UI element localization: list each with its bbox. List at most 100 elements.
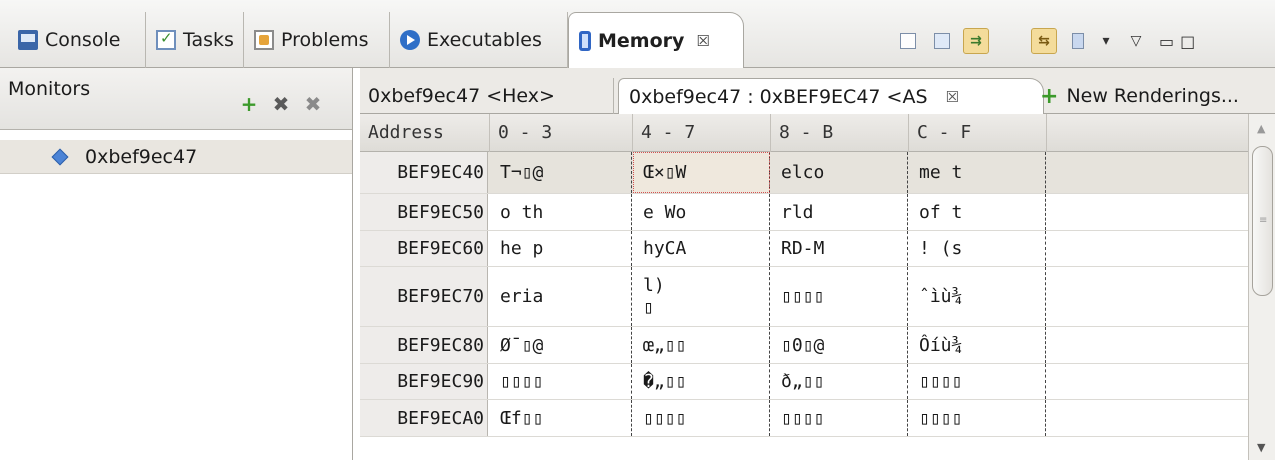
memory-icon bbox=[579, 30, 591, 51]
memory-cell[interactable]: rld bbox=[771, 194, 908, 230]
layout-icon[interactable] bbox=[1065, 28, 1091, 54]
tasks-icon bbox=[156, 29, 176, 50]
memory-table[interactable]: Address 0 - 3 4 - 7 8 - B C - F BEF9EC40… bbox=[360, 114, 1248, 460]
tab-hex-rendering[interactable]: 0xbef9ec47 <Hex> bbox=[360, 78, 614, 114]
layout-dropdown-icon[interactable]: ▾ bbox=[1099, 28, 1113, 54]
memory-cell[interactable]: ▯▯▯▯ bbox=[909, 364, 1046, 399]
scroll-down-icon[interactable]: ▼ bbox=[1257, 441, 1265, 454]
header-col-1[interactable]: 4 - 7 bbox=[633, 114, 771, 152]
close-tab-icon[interactable]: ☒ bbox=[696, 32, 709, 50]
row-filler bbox=[1047, 231, 1248, 266]
tab-problems-label: Problems bbox=[281, 29, 369, 51]
tab-console-label: Console bbox=[45, 29, 121, 51]
remove-all-monitors-icon[interactable]: ✖ bbox=[300, 92, 326, 118]
new-monitor-icon[interactable] bbox=[895, 28, 921, 54]
view-tab-bar: Console Tasks Problems Executables Memor… bbox=[0, 0, 1275, 95]
remove-monitor-icon[interactable]: ✖ bbox=[268, 92, 294, 118]
memory-cell[interactable]: ▯▯▯▯ bbox=[490, 364, 632, 399]
address-cell: BEF9EC60 bbox=[360, 231, 488, 266]
memory-cell[interactable]: Œf▯▯ bbox=[490, 400, 632, 436]
table-row[interactable]: BEF9EC50 o th e Wo rld of t bbox=[360, 194, 1248, 231]
rendering-tab-bar: 0xbef9ec47 <Hex> 0xbef9ec47 : 0xBEF9EC47… bbox=[360, 68, 1275, 114]
vertical-scrollbar[interactable]: ▲ ≡ ▼ bbox=[1248, 114, 1275, 460]
swap-icon[interactable]: ⇆ bbox=[1031, 28, 1057, 54]
memory-cell[interactable]: T¬▯@ bbox=[490, 152, 632, 193]
export-icon[interactable] bbox=[929, 28, 955, 54]
monitor-item[interactable]: 0xbef9ec47 bbox=[0, 140, 352, 174]
memory-cell[interactable]: he p bbox=[490, 231, 632, 266]
memory-cell[interactable]: of t bbox=[909, 194, 1046, 230]
memory-cell[interactable]: hyCA bbox=[633, 231, 770, 266]
executables-icon bbox=[400, 30, 420, 50]
address-cell: BEF9EC50 bbox=[360, 194, 488, 230]
tab-memory[interactable]: Memory ☒ bbox=[568, 12, 744, 68]
tab-ascii-rendering-label: 0xbef9ec47 : 0xBEF9EC47 <AS bbox=[629, 85, 928, 108]
table-row[interactable]: BEF9EC60 he p hyCA RD-M! (s bbox=[360, 231, 1248, 267]
tab-tasks[interactable]: Tasks bbox=[146, 12, 244, 68]
memory-cell[interactable]: Œ×▯W bbox=[633, 152, 770, 193]
memory-cell[interactable]: ð„▯▯ bbox=[771, 364, 908, 399]
row-filler bbox=[1047, 400, 1248, 436]
plus-icon: + bbox=[1040, 83, 1059, 109]
monitor-item-label: 0xbef9ec47 bbox=[85, 145, 198, 168]
memory-cell[interactable]: ▯▯▯▯ bbox=[771, 267, 908, 326]
problems-icon bbox=[254, 30, 274, 50]
address-cell: BEF9EC90 bbox=[360, 364, 488, 399]
add-monitor-icon[interactable]: + bbox=[236, 92, 262, 118]
new-renderings-button[interactable]: + New Renderings... bbox=[1040, 78, 1239, 114]
tab-executables-label: Executables bbox=[427, 29, 542, 51]
header-col-0[interactable]: 0 - 3 bbox=[490, 114, 633, 152]
memory-cell[interactable]: ▯▯▯▯ bbox=[909, 400, 1046, 436]
table-row[interactable]: BEF9EC40 T¬▯@ Œ×▯W elco me t bbox=[360, 152, 1248, 194]
memory-cell[interactable]: ˆìù¾ bbox=[909, 267, 1046, 326]
memory-cell[interactable]: eria bbox=[490, 267, 632, 326]
memory-cell[interactable]: elco bbox=[771, 152, 908, 193]
address-cell: BEF9EC40 bbox=[360, 152, 488, 193]
tab-hex-rendering-label: 0xbef9ec47 <Hex> bbox=[368, 85, 555, 107]
minimize-icon[interactable]: ▭ bbox=[1159, 32, 1174, 51]
address-cell: BEF9EC70 bbox=[360, 267, 488, 326]
scroll-up-icon[interactable]: ▲ bbox=[1257, 122, 1265, 135]
table-row[interactable]: BEF9EC90 ▯▯▯▯ �„▯▯ ð„▯▯ ▯▯▯▯ bbox=[360, 364, 1248, 400]
memory-cell[interactable]: ! (s bbox=[909, 231, 1046, 266]
memory-cell[interactable]: �„▯▯ bbox=[633, 364, 770, 399]
monitors-panel: Monitors + ✖ ✖ 0xbef9ec47 bbox=[0, 68, 353, 460]
table-row[interactable]: BEF9EC80 Ø¯▯@ œ„▯▯ ▯0▯@ Ôíù¾ bbox=[360, 327, 1248, 364]
table-row[interactable]: BEF9EC70 eria l) ▯ ▯▯▯▯ ˆìù¾ bbox=[360, 267, 1248, 327]
memory-cell[interactable]: o th bbox=[490, 194, 632, 230]
tab-console[interactable]: Console bbox=[8, 12, 146, 68]
row-filler bbox=[1047, 152, 1248, 193]
memory-cell[interactable]: Ø¯▯@ bbox=[490, 327, 632, 363]
memory-cell[interactable]: œ„▯▯ bbox=[633, 327, 770, 363]
tab-problems[interactable]: Problems bbox=[244, 12, 390, 68]
header-col-2[interactable]: 8 - B bbox=[771, 114, 909, 152]
tab-tasks-label: Tasks bbox=[183, 29, 234, 51]
memory-cell[interactable]: l) ▯ bbox=[633, 267, 770, 326]
row-filler bbox=[1047, 267, 1248, 326]
tab-executables[interactable]: Executables bbox=[390, 12, 568, 68]
memory-cell[interactable]: me t bbox=[909, 152, 1046, 193]
address-cell: BEF9EC80 bbox=[360, 327, 488, 363]
toggle-split-icon[interactable] bbox=[997, 28, 1023, 95]
memory-cell[interactable]: ▯▯▯▯ bbox=[771, 400, 908, 436]
close-rendering-icon[interactable]: ☒ bbox=[946, 88, 959, 106]
view-menu-icon[interactable]: ▽ bbox=[1127, 28, 1145, 54]
monitors-header: Monitors + ✖ ✖ bbox=[0, 68, 352, 130]
tab-ascii-rendering[interactable]: 0xbef9ec47 : 0xBEF9EC47 <AS ☒ bbox=[618, 78, 1044, 114]
memory-cell[interactable]: ▯0▯@ bbox=[771, 327, 908, 363]
memory-cell[interactable]: ▯▯▯▯ bbox=[633, 400, 770, 436]
scrollbar-thumb[interactable]: ≡ bbox=[1252, 146, 1273, 296]
console-icon bbox=[18, 30, 38, 50]
memory-cell[interactable]: RD-M bbox=[771, 231, 908, 266]
table-row[interactable]: BEF9ECA0 Œf▯▯ ▯▯▯▯ ▯▯▯▯ ▯▯▯▯ bbox=[360, 400, 1248, 437]
link-views-icon[interactable]: ⇉ bbox=[963, 28, 989, 54]
monitor-diamond-icon bbox=[51, 148, 69, 165]
memory-cell[interactable]: e Wo bbox=[633, 194, 770, 230]
memory-cell[interactable]: Ôíù¾ bbox=[909, 327, 1046, 363]
table-header: Address 0 - 3 4 - 7 8 - B C - F bbox=[360, 114, 1248, 152]
row-filler bbox=[1047, 364, 1248, 399]
maximize-icon[interactable]: □ bbox=[1180, 32, 1195, 51]
renderings-pane: 0xbef9ec47 <Hex> 0xbef9ec47 : 0xBEF9EC47… bbox=[360, 68, 1275, 460]
header-col-3[interactable]: C - F bbox=[909, 114, 1047, 152]
header-address[interactable]: Address bbox=[360, 114, 490, 152]
